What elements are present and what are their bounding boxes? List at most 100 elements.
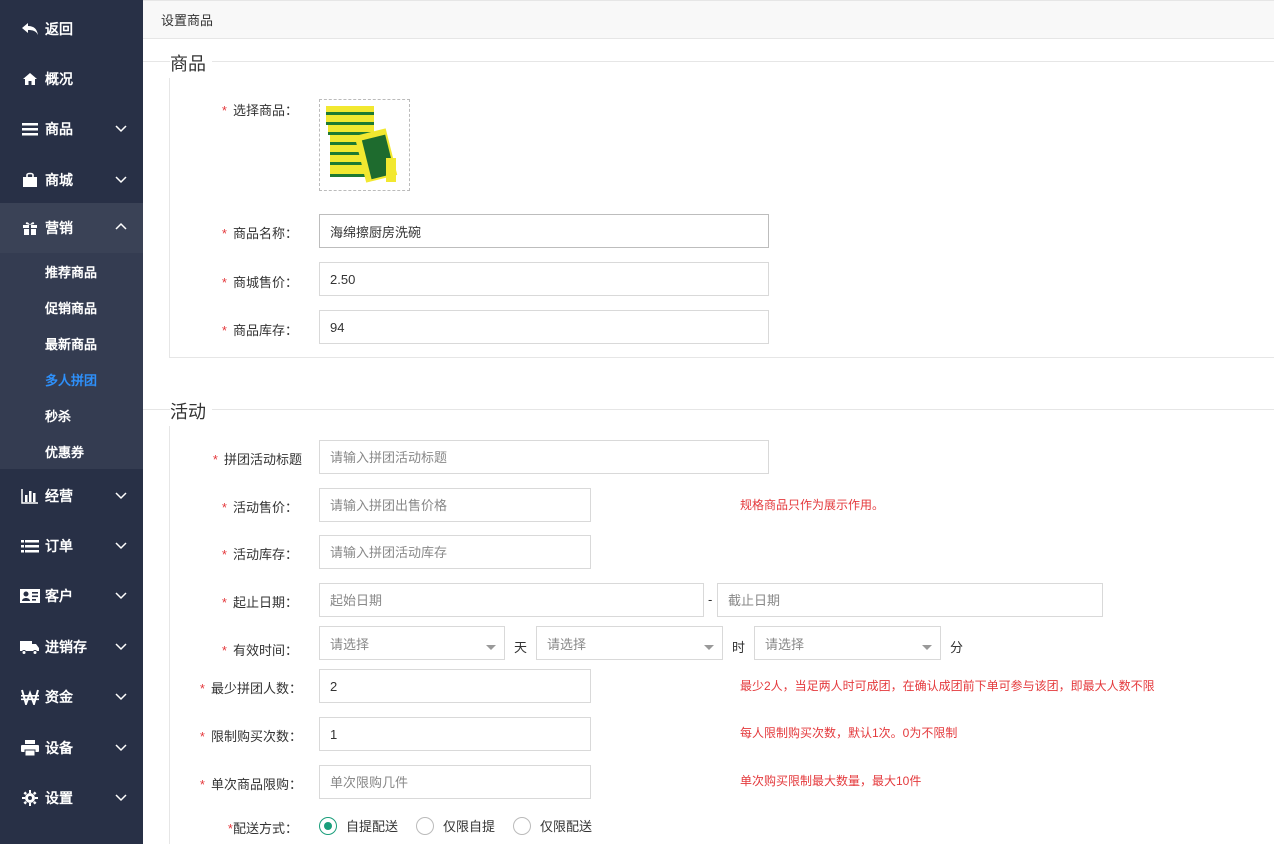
chevron-down-icon [115, 791, 127, 803]
sidebar-item-label: 进销存 [45, 639, 87, 655]
chevron-down-icon [115, 489, 127, 501]
gift-icon [20, 220, 40, 236]
submenu-item-coupon[interactable]: 优惠券 [0, 433, 143, 469]
gear-icon [20, 790, 40, 806]
radio-checked-icon [319, 816, 337, 835]
marketing-submenu: 推荐商品 促销商品 最新商品 多人拼团 秒杀 优惠券 [0, 253, 143, 469]
sidebar-item-orders[interactable]: 订单 [0, 521, 143, 571]
submenu-item-flash-sale[interactable]: 秒杀 [0, 397, 143, 433]
start-date-field[interactable] [319, 583, 704, 617]
radio-unchecked-icon [416, 816, 434, 835]
currency-icon [20, 689, 40, 705]
page-header: 设置商品 [143, 0, 1274, 39]
sidebar-item-marketing[interactable]: 营销 [0, 203, 143, 253]
sidebar-item-funds[interactable]: 资金 [0, 672, 143, 722]
chevron-down-icon [115, 173, 127, 185]
sidebar-item-inventory[interactable]: 进销存 [0, 622, 143, 672]
shopping-bag-icon [20, 172, 40, 188]
sidebar-item-label: 营销 [45, 220, 73, 236]
sidebar-item-overview[interactable]: 概况 [0, 54, 143, 104]
delivery-radio-pickup-only[interactable]: 仅限自提 [416, 816, 495, 835]
submenu-item-recommended[interactable]: 推荐商品 [0, 253, 143, 289]
radio-unchecked-icon [513, 816, 531, 835]
sidebar-item-label: 客户 [45, 588, 73, 604]
end-date-input[interactable] [728, 592, 1092, 608]
sidebar-item-label: 资金 [45, 689, 73, 705]
order-list-icon [20, 538, 40, 554]
activity-price-field[interactable] [319, 488, 591, 522]
activity-stock-label: * 活动库存： [221, 547, 298, 562]
product-name-field[interactable] [319, 214, 769, 248]
sidebar-item-label: 概况 [45, 71, 73, 87]
min-people-field[interactable] [319, 669, 591, 703]
section-title-activity: 活动 [170, 398, 212, 424]
min-people-input[interactable] [330, 678, 580, 694]
sidebar-item-label: 订单 [45, 538, 73, 554]
sidebar-item-mall[interactable]: 商城 [0, 155, 143, 205]
unit-minute: 分 [950, 640, 964, 655]
section-divider [143, 409, 1274, 410]
sidebar-item-label: 设置 [45, 790, 73, 806]
activity-title-field[interactable] [319, 440, 769, 474]
chevron-down-icon [115, 122, 127, 134]
min-people-hint: 最少2人，当足两人时可成团，在确认成团前下单可参与该团，即最大人数不限 [740, 679, 1155, 693]
product-image-picker[interactable] [319, 99, 410, 191]
id-card-icon [20, 588, 40, 604]
single-limit-label: * 单次商品限购： [199, 777, 302, 792]
product-stock-label: * 商品库存： [221, 323, 298, 338]
sidebar-item-goods[interactable]: 商品 [0, 104, 143, 154]
sidebar-item-devices[interactable]: 设备 [0, 723, 143, 773]
section-title-product: 商品 [170, 50, 212, 76]
unit-day: 天 [514, 640, 528, 655]
truck-icon [20, 639, 40, 655]
delivery-label: *配送方式： [227, 821, 298, 836]
submenu-item-group-buy[interactable]: 多人拼团 [0, 361, 143, 397]
chevron-up-icon [115, 221, 127, 233]
limit-times-field[interactable] [319, 717, 591, 751]
single-limit-input[interactable] [330, 774, 580, 790]
activity-title-input[interactable] [330, 449, 758, 465]
printer-icon [20, 740, 40, 756]
sidebar-item-customers[interactable]: 客户 [0, 571, 143, 621]
sidebar-item-back[interactable]: 返回 [0, 4, 143, 54]
activity-price-input[interactable] [330, 497, 580, 513]
page-title: 设置商品 [161, 13, 214, 28]
unit-hour: 时 [732, 640, 746, 655]
min-people-label: * 最少拼团人数： [199, 681, 302, 696]
valid-hours-select[interactable]: 请选择 [536, 626, 723, 660]
delivery-radio-pickup-delivery[interactable]: 自提配送 [319, 816, 398, 835]
product-stock-input[interactable] [330, 319, 758, 335]
limit-times-hint: 每人限制购买次数，默认1次。0为不限制 [740, 726, 958, 740]
valid-minutes-select[interactable]: 请选择 [754, 626, 941, 660]
date-separator: - [708, 592, 713, 607]
chevron-down-icon [115, 690, 127, 702]
section-divider [143, 61, 1274, 62]
submenu-item-promotion[interactable]: 促销商品 [0, 289, 143, 325]
delivery-radio-delivery-only[interactable]: 仅限配送 [513, 816, 592, 835]
activity-stock-input[interactable] [330, 544, 580, 560]
start-date-input[interactable] [330, 592, 693, 608]
sponge-image [326, 106, 398, 183]
single-limit-hint: 单次购买限制最大数量，最大10件 [740, 774, 922, 788]
end-date-field[interactable] [717, 583, 1103, 617]
select-product-label: * 选择商品： [221, 103, 298, 118]
submenu-item-newest[interactable]: 最新商品 [0, 325, 143, 361]
limit-times-label: * 限制购买次数： [199, 729, 302, 744]
list-icon [20, 121, 40, 137]
product-name-input[interactable] [330, 223, 758, 239]
radio-label: 仅限自提 [443, 819, 496, 834]
radio-label: 仅限配送 [540, 819, 593, 834]
product-price-input[interactable] [330, 271, 758, 287]
product-stock-field[interactable] [319, 310, 769, 344]
activity-stock-field[interactable] [319, 535, 591, 569]
sidebar-item-operation[interactable]: 经营 [0, 471, 143, 521]
product-price-field[interactable] [319, 262, 769, 296]
limit-times-input[interactable] [330, 726, 580, 742]
sidebar-item-settings[interactable]: 设置 [0, 773, 143, 823]
select-value: 请选择 [330, 636, 370, 652]
single-limit-field[interactable] [319, 765, 591, 799]
valid-days-select[interactable]: 请选择 [319, 626, 505, 660]
caret-down-icon [922, 645, 932, 650]
chevron-down-icon [115, 589, 127, 601]
select-value: 请选择 [765, 636, 805, 652]
